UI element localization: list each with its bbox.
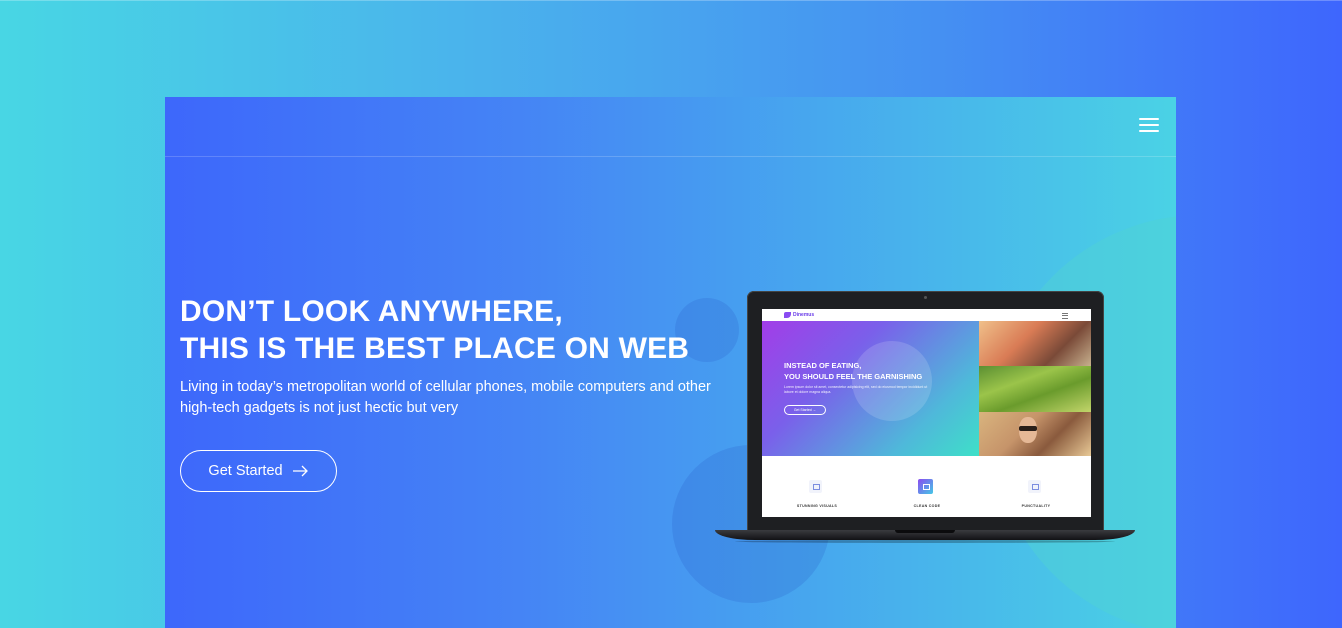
screen-feature-label: PUNCTUALITY [1021, 504, 1051, 508]
get-started-button[interactable]: Get Started [180, 450, 337, 492]
screen-feature-code: CLEAN CODE [872, 456, 982, 517]
screen-feature-visuals: STUNNING VISUALS [762, 456, 872, 517]
screen-sunglasses-shape [1019, 426, 1037, 431]
screen-logo-icon [784, 312, 791, 318]
laptop-notch [895, 530, 955, 533]
screen-feature-label: CLEAN CODE [913, 504, 941, 508]
screen-monitor-icon [809, 480, 822, 493]
screen-title-line-2: YOU SHOULD FEEL THE GARNISHING [784, 372, 923, 381]
laptop-screen: Dinemus INSTEAD OF EATING, YOU SHOULD FE… [762, 309, 1091, 517]
hero-subtext: Living in today’s metropolitan world of … [180, 379, 711, 416]
screen-code-icon [918, 479, 933, 494]
screen-get-started-button: Get Started → [784, 405, 826, 415]
laptop-shadow [735, 540, 1115, 543]
screen-title-line-1: INSTEAD OF EATING, [784, 361, 862, 370]
get-started-label: Get Started [208, 463, 283, 479]
top-border-line [0, 0, 1342, 1]
screen-image-couple [979, 321, 1091, 366]
hero-section: DON’T LOOK ANYWHERE, THIS IS THE BEST PL… [165, 97, 1176, 628]
screen-feature-label: STUNNING VISUALS [796, 504, 838, 508]
arrow-right-icon [292, 465, 308, 477]
screen-image-rice-terraces [979, 366, 1091, 412]
screen-hero: INSTEAD OF EATING, YOU SHOULD FEEL THE G… [762, 321, 979, 456]
screen-hero-title: INSTEAD OF EATING, YOU SHOULD FEEL THE G… [784, 360, 922, 382]
screen-hero-text: Lorem ipsum dolor sit amet, consectetur … [784, 385, 928, 394]
screen-logo-text: Dinemus [793, 312, 815, 318]
screen-image-woman-sunglasses [979, 412, 1091, 456]
screen-feature-punctuality: PUNCTUALITY [981, 456, 1091, 517]
screen-menu-icon [1062, 313, 1068, 319]
laptop-mockup: Dinemus INSTEAD OF EATING, YOU SHOULD FE… [715, 291, 1135, 547]
hamburger-menu-icon[interactable] [1139, 118, 1159, 134]
hero-headline: DON’T LOOK ANYWHERE, THIS IS THE BEST PL… [180, 293, 689, 367]
laptop-lid: Dinemus INSTEAD OF EATING, YOU SHOULD FE… [747, 291, 1104, 536]
screen-navbar: Dinemus [762, 309, 1091, 321]
navbar [165, 97, 1176, 157]
headline-line-2: THIS IS THE BEST PLACE ON WEB [180, 332, 690, 365]
headline-line-1: DON’T LOOK ANYWHERE, [180, 295, 563, 328]
laptop-camera [924, 296, 927, 299]
screen-mail-icon [1028, 480, 1041, 493]
